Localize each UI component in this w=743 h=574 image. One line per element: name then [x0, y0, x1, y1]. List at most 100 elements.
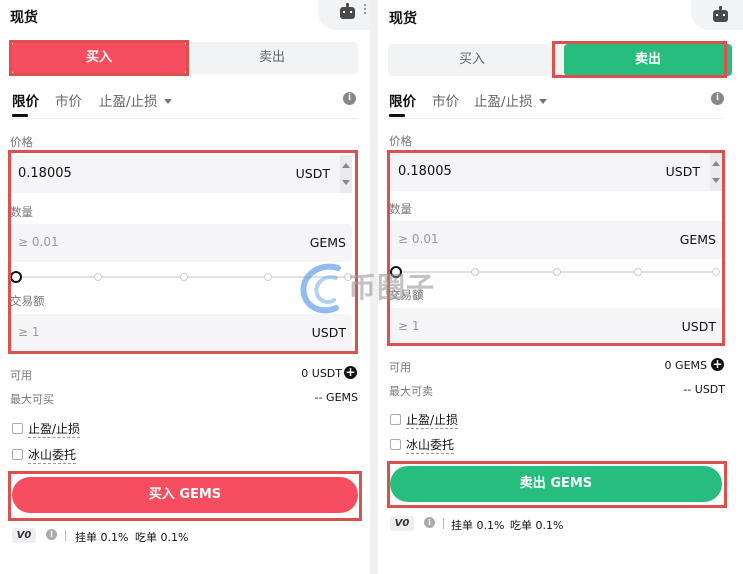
max-buy-value: -- GEMS: [314, 391, 358, 404]
slider-tick[interactable]: [264, 273, 272, 281]
tab-market[interactable]: 市价: [55, 90, 82, 110]
price-input[interactable]: 0.18005 USDT: [390, 153, 722, 191]
divider: [10, 118, 358, 119]
slider-tick[interactable]: [712, 268, 720, 276]
stepper-down-icon[interactable]: [342, 180, 350, 185]
info-icon[interactable]: i: [711, 92, 724, 105]
max-sell-label: 最大可卖: [389, 385, 433, 398]
iceberg-option-label: 冰山委托: [28, 448, 77, 464]
stepper-down-icon[interactable]: [712, 178, 720, 183]
total-placeholder: ≥ 1: [398, 319, 420, 333]
info-icon[interactable]: i: [424, 517, 435, 528]
amount-placeholder: ≥ 0.01: [18, 235, 59, 249]
amount-slider[interactable]: [10, 271, 352, 283]
price-unit: USDT: [665, 164, 700, 179]
slider-tick[interactable]: [553, 268, 561, 276]
amount-unit: GEMS: [679, 232, 716, 247]
chevron-down-icon: [538, 98, 547, 104]
available-value: 0 GEMS: [664, 359, 707, 372]
info-icon[interactable]: i: [343, 92, 356, 105]
divider: [388, 118, 724, 119]
amount-input[interactable]: ≥ 0.01 GEMS: [10, 224, 352, 262]
order-type-tabs: 限价 市价 止盈/止损 i: [389, 90, 725, 118]
available-label: 可用: [10, 369, 32, 382]
price-value: 0.18005: [398, 164, 452, 179]
buy-sell-toggle: 买入 卖出: [388, 44, 732, 76]
stepper-up-icon[interactable]: [712, 161, 720, 166]
tpsl-option-label: 止盈/止损: [28, 422, 81, 438]
slider-thumb[interactable]: [390, 266, 402, 278]
sell-order-panel: 现货 买入 卖出 限价 市价 止盈/止损 i 价格 0.18005 USDT 数…: [378, 0, 743, 574]
sell-tab[interactable]: 卖出: [564, 44, 732, 76]
checkbox-icon[interactable]: [12, 449, 23, 460]
robot-icon: [340, 3, 355, 19]
total-label: 交易额: [389, 288, 424, 302]
maker-fee: 挂单 0.1%: [451, 519, 505, 532]
slider-tick[interactable]: [344, 273, 352, 281]
buy-sell-toggle: 买入 卖出: [10, 42, 358, 74]
sell-gems-button[interactable]: 卖出 GEMS: [390, 466, 722, 502]
slider-tick[interactable]: [180, 273, 188, 281]
price-label: 价格: [389, 134, 412, 148]
slider-thumb[interactable]: [10, 271, 22, 283]
checkbox-icon[interactable]: [390, 439, 401, 450]
slider-tick[interactable]: [634, 268, 642, 276]
divider: [443, 518, 444, 529]
info-icon[interactable]: i: [46, 529, 57, 540]
price-input[interactable]: 0.18005 USDT: [10, 155, 352, 193]
total-label: 交易额: [10, 294, 45, 308]
buy-gems-button[interactable]: 买入 GEMS: [12, 477, 358, 513]
stepper-up-icon[interactable]: [342, 163, 350, 168]
tpsl-option-label: 止盈/止损: [406, 413, 459, 429]
plus-circle-icon[interactable]: +: [711, 358, 724, 371]
buy-tab[interactable]: 买入: [12, 42, 186, 74]
checkbox-icon[interactable]: [390, 414, 401, 425]
price-stepper[interactable]: [710, 153, 722, 191]
price-stepper[interactable]: [340, 155, 352, 193]
available-label: 可用: [389, 361, 411, 374]
tab-tpsl[interactable]: 止盈/止损: [474, 90, 547, 110]
tab-market[interactable]: 市价: [432, 90, 459, 110]
trading-bot-button[interactable]: [318, 0, 370, 30]
iceberg-option-label: 冰山委托: [406, 438, 455, 454]
available-value: 0 USDT: [301, 367, 342, 380]
max-buy-label: 最大可买: [10, 393, 54, 406]
panel-title: 现货: [10, 10, 38, 26]
plus-circle-icon[interactable]: +: [344, 366, 357, 379]
trading-bot-button[interactable]: [691, 0, 743, 30]
slider-tick[interactable]: [471, 268, 479, 276]
amount-unit: GEMS: [309, 235, 346, 250]
tab-limit[interactable]: 限价: [12, 90, 39, 117]
total-placeholder: ≥ 1: [18, 325, 40, 339]
taker-fee: 吃单 0.1%: [135, 531, 189, 544]
fee-row: V0 i 挂单 0.1% 吃单 0.1%: [12, 528, 262, 544]
buy-order-panel: 现货 买入 卖出 限价 市价 止盈/止损 i 价格 0.18005 USDT 数…: [0, 0, 370, 574]
price-value: 0.18005: [18, 166, 72, 181]
total-input[interactable]: ≥ 1 USDT: [10, 314, 352, 352]
amount-slider[interactable]: [390, 266, 720, 278]
vip-level-badge[interactable]: V0: [12, 528, 36, 543]
tab-limit[interactable]: 限价: [389, 90, 416, 117]
amount-label: 数量: [389, 202, 412, 216]
maker-fee: 挂单 0.1%: [75, 531, 129, 544]
total-unit: USDT: [681, 319, 716, 334]
amount-placeholder: ≥ 0.01: [398, 232, 439, 246]
robot-icon: [713, 6, 728, 22]
divider: [65, 530, 66, 541]
order-type-tabs: 限价 市价 止盈/止损 i: [12, 90, 358, 118]
slider-tick[interactable]: [94, 273, 102, 281]
tab-tpsl-label: 止盈/止损: [99, 94, 158, 110]
more-icon[interactable]: [364, 4, 366, 6]
fee-row: V0 i 挂单 0.1% 吃单 0.1%: [390, 516, 640, 532]
tab-tpsl-label: 止盈/止损: [474, 94, 533, 110]
amount-input[interactable]: ≥ 0.01 GEMS: [390, 221, 722, 259]
tab-tpsl[interactable]: 止盈/止损: [99, 90, 172, 110]
total-input[interactable]: ≥ 1 USDT: [390, 308, 722, 346]
buy-tab[interactable]: 买入: [388, 44, 556, 76]
max-sell-value: -- USDT: [683, 383, 725, 396]
chevron-down-icon: [163, 98, 172, 104]
vip-level-badge[interactable]: V0: [390, 516, 414, 531]
panel-title: 现货: [389, 11, 417, 27]
checkbox-icon[interactable]: [12, 423, 23, 434]
sell-tab[interactable]: 卖出: [186, 42, 358, 74]
